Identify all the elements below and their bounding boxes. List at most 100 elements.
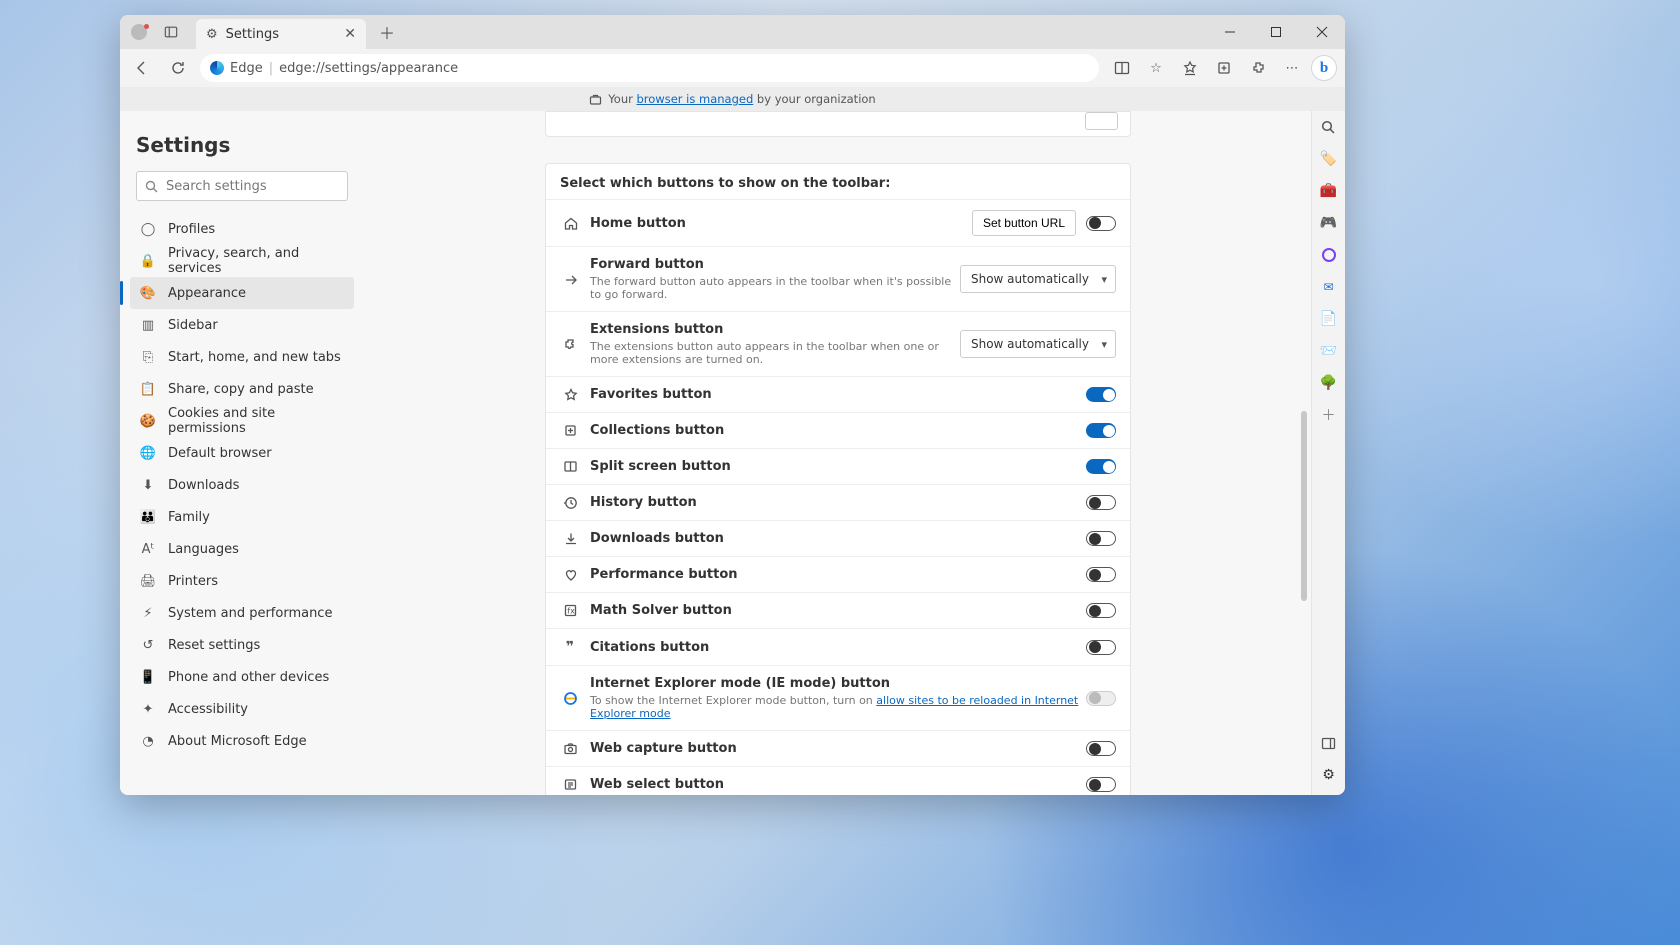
toolbar-row-webselect: Web select button <box>546 766 1130 795</box>
tab-icon: ⎘ <box>140 350 156 365</box>
collections-toolbar-icon[interactable] <box>1209 53 1239 83</box>
toolbar-buttons-card: Select which buttons to show on the tool… <box>545 163 1131 795</box>
settings-nav-label: Languages <box>168 542 239 557</box>
settings-nav-item[interactable]: 📋Share, copy and paste <box>130 373 354 405</box>
address-bar[interactable]: Edge | edge://settings/appearance <box>200 54 1099 82</box>
reset-icon: ↺ <box>140 638 156 653</box>
mathsolver-toggle[interactable] <box>1086 603 1116 618</box>
toolbar-buttons-header: Select which buttons to show on the tool… <box>546 164 1130 199</box>
managed-suffix: by your organization <box>753 92 875 106</box>
webselect-toggle[interactable] <box>1086 777 1116 792</box>
settings-nav-item[interactable]: ⎘ Start, home, and new tabs <box>130 341 354 373</box>
language-icon: Aᵗ <box>140 542 156 557</box>
tab-settings[interactable]: ⚙ Settings ✕ <box>196 19 366 49</box>
split-screen-toolbar-icon[interactable] <box>1107 53 1137 83</box>
phone-icon: 📱 <box>140 670 156 685</box>
refresh-button[interactable] <box>164 54 192 82</box>
browser-icon: 🌐 <box>140 446 156 461</box>
citations-toggle[interactable] <box>1086 640 1116 655</box>
favorites-list-icon[interactable] <box>1175 53 1205 83</box>
sidebar-settings-icon[interactable]: ⚙ <box>1319 765 1339 785</box>
history-toggle[interactable] <box>1086 495 1116 510</box>
close-window-button[interactable] <box>1299 15 1345 49</box>
favorite-star-icon[interactable]: ☆ <box>1141 53 1171 83</box>
home-button-toggle[interactable] <box>1086 216 1116 231</box>
favorites-toggle[interactable] <box>1086 387 1116 402</box>
more-menu-button[interactable]: ⋯ <box>1277 53 1307 83</box>
address-url: edge://settings/appearance <box>279 61 458 76</box>
settings-nav-label: Profiles <box>168 222 215 237</box>
sidebar-m365-icon[interactable] <box>1319 245 1339 265</box>
toolbar-row-forward: Forward buttonThe forward button auto ap… <box>546 246 1130 311</box>
arrow-right-icon <box>560 272 580 287</box>
sidebar-drop-icon[interactable]: 📄 <box>1319 309 1339 329</box>
person-icon: ◯ <box>140 222 156 237</box>
sidebar-add-icon[interactable]: ＋ <box>1319 405 1339 425</box>
settings-nav-item[interactable]: 🌐Default browser <box>130 437 354 469</box>
settings-nav-item[interactable]: 👪 Family <box>130 501 354 533</box>
extensions-toolbar-icon[interactable] <box>1243 53 1273 83</box>
forward-select[interactable]: Show automatically <box>960 265 1116 293</box>
tab-actions-button[interactable] <box>158 19 184 45</box>
heart-pulse-icon <box>560 567 580 582</box>
edge-sidebar: 🏷️ 🧰 🎮 ✉ 📄 📨 🌳 ＋ ⚙ <box>1311 111 1345 795</box>
settings-nav-item[interactable]: 📱Phone and other devices <box>130 661 354 693</box>
settings-nav-label: Family <box>168 510 210 525</box>
settings-nav-item[interactable]: 🍪Cookies and site permissions <box>130 405 354 437</box>
sidebar-tools-icon[interactable]: 🧰 <box>1319 181 1339 201</box>
bing-button[interactable]: b <box>1311 55 1337 81</box>
set-button-url-button[interactable]: Set button URL <box>972 210 1076 236</box>
sidebar-search-icon[interactable] <box>1319 117 1339 137</box>
quote-icon: ❞ <box>560 639 580 655</box>
managed-link[interactable]: browser is managed <box>637 92 754 106</box>
settings-nav-item[interactable]: Aᵗ Languages <box>130 533 354 565</box>
settings-nav-item[interactable]: ◯ Profiles <box>130 213 354 245</box>
performance-toggle[interactable] <box>1086 567 1116 582</box>
puzzle-icon <box>560 337 580 352</box>
iemode-toggle <box>1086 691 1116 706</box>
settings-nav-item[interactable]: ↺Reset settings <box>130 629 354 661</box>
edge-icon: ◔ <box>140 734 156 749</box>
sidebar-tree-icon[interactable]: 🌳 <box>1319 373 1339 393</box>
titlebar: ⚙ Settings ✕ ＋ <box>120 15 1345 49</box>
webcapture-toggle[interactable] <box>1086 741 1116 756</box>
back-button[interactable] <box>128 54 156 82</box>
settings-nav-item[interactable]: 🎨 Appearance <box>130 277 354 309</box>
row-title: Extensions button <box>590 322 960 337</box>
scrollbar-thumb[interactable] <box>1301 411 1307 601</box>
ie-mode-link[interactable]: allow sites to be reloaded in Internet E… <box>590 694 1078 720</box>
row-title: Split screen button <box>590 459 1086 474</box>
family-icon: 👪 <box>140 510 156 525</box>
row-title: Performance button <box>590 567 1086 582</box>
extensions-select[interactable]: Show automatically <box>960 330 1116 358</box>
new-tab-button[interactable]: ＋ <box>372 20 402 44</box>
row-desc: The extensions button auto appears in th… <box>590 340 960 366</box>
settings-search-input[interactable]: Search settings <box>136 171 348 201</box>
sidebar-outlook-icon[interactable]: ✉ <box>1319 277 1339 297</box>
settings-nav-item[interactable]: ◔About Microsoft Edge <box>130 725 354 757</box>
settings-nav-label: Appearance <box>168 286 246 301</box>
sidebar-send-icon[interactable]: 📨 <box>1319 341 1339 361</box>
prev-card-select[interactable] <box>1085 112 1119 130</box>
palette-icon: 🎨 <box>140 286 156 301</box>
settings-nav-item[interactable]: ▥Sidebar <box>130 309 354 341</box>
settings-nav-item[interactable]: ✦Accessibility <box>130 693 354 725</box>
settings-nav-label: Start, home, and new tabs <box>168 350 341 365</box>
maximize-button[interactable] <box>1253 15 1299 49</box>
minimize-button[interactable] <box>1207 15 1253 49</box>
close-tab-button[interactable]: ✕ <box>344 26 356 42</box>
sidebar-shopping-icon[interactable]: 🏷️ <box>1319 149 1339 169</box>
settings-nav-item[interactable]: 🔒Privacy, search, and services <box>130 245 354 277</box>
collections-toggle[interactable] <box>1086 423 1116 438</box>
splitscreen-toggle[interactable] <box>1086 459 1116 474</box>
sidebar-panel-toggle-icon[interactable] <box>1319 733 1339 753</box>
settings-nav-item[interactable]: 🖨Printers <box>130 565 354 597</box>
sidebar-games-icon[interactable]: 🎮 <box>1319 213 1339 233</box>
row-title: Home button <box>590 216 972 231</box>
toolbar-row-citations: ❞Citations button <box>546 628 1130 665</box>
downloads-toggle[interactable] <box>1086 531 1116 546</box>
settings-nav-item[interactable]: ⬇Downloads <box>130 469 354 501</box>
row-title: Favorites button <box>590 387 1086 402</box>
profile-button[interactable] <box>126 19 152 45</box>
settings-nav-item[interactable]: ⚡System and performance <box>130 597 354 629</box>
